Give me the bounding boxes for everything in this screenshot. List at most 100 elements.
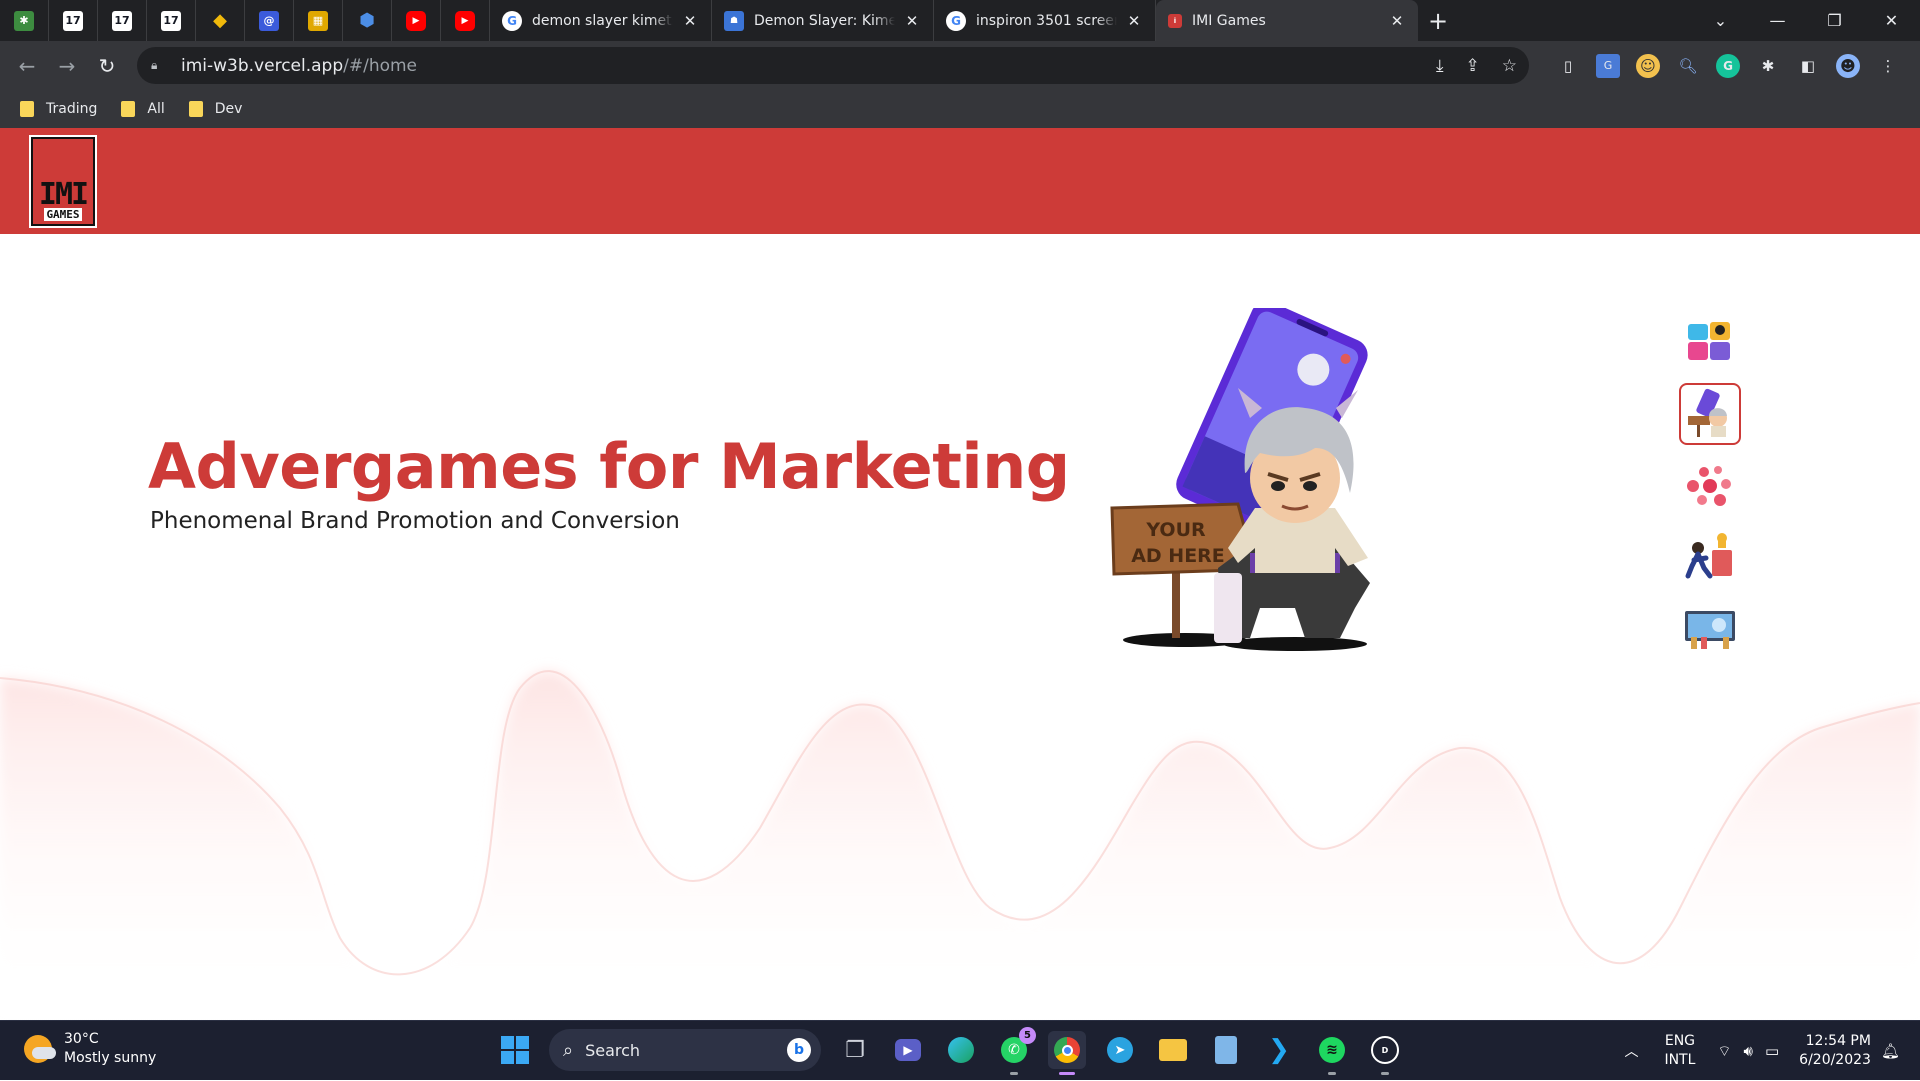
chrome-button[interactable]: [1048, 1031, 1086, 1075]
restore-button[interactable]: ❐: [1806, 11, 1863, 30]
folder-icon: [121, 101, 136, 117]
pinned-tab[interactable]: ▦: [294, 0, 343, 41]
pinned-tab[interactable]: @: [245, 0, 294, 41]
puzzle-thumbnail[interactable]: [1679, 311, 1741, 373]
browser-tab-strip: ✱ 17 17 17 ◆ @ ▦ ⬢ ▶ ▶ G demon slayer ki…: [0, 0, 1920, 41]
new-tab-button[interactable]: +: [1418, 7, 1458, 35]
chrome-icon: [1054, 1037, 1080, 1063]
running-indicator: [1328, 1072, 1336, 1075]
minimize-button[interactable]: —: [1749, 11, 1806, 30]
tab-inspiron-search[interactable]: G inspiron 3501 screen size - Google ✕: [934, 0, 1156, 41]
show-hidden-icons-chevron-icon[interactable]: ︿: [1624, 1041, 1638, 1061]
taskbar-center: ⌕ Search b ❐ ▶ ✆ 5 ➤ ❯ ≋ D: [496, 1027, 1404, 1075]
bookmarks-bar: Trading All Dev: [0, 90, 1920, 128]
pinned-tab[interactable]: 17: [147, 0, 196, 41]
forward-button[interactable]: →: [47, 54, 87, 78]
teams-meet-button[interactable]: ▶: [889, 1031, 927, 1069]
emoji-extension-icon[interactable]: ☺: [1636, 53, 1660, 78]
close-icon[interactable]: ✕: [1125, 12, 1143, 30]
game-thumbnails: [1678, 311, 1742, 671]
lock-icon[interactable]: 🔒︎: [151, 58, 165, 73]
share-icon[interactable]: ⇪: [1466, 56, 1480, 76]
sign-text-line-2: AD HERE: [1131, 545, 1225, 567]
runner-trophy-thumbnail[interactable]: [1679, 527, 1741, 589]
back-button[interactable]: ←: [7, 54, 47, 78]
url-text[interactable]: imi-w3b.vercel.app/#/home: [181, 56, 417, 76]
imi-games-logo[interactable]: IMI GAMES: [29, 135, 97, 228]
at-sign-icon: @: [259, 10, 279, 31]
hero-illustration: YOUR AD HERE: [1110, 308, 1370, 651]
menu-kebab-icon[interactable]: ⋮: [1876, 54, 1900, 78]
site-header: IMI GAMES: [0, 128, 1920, 234]
netflix-icon: ☗: [724, 10, 744, 31]
volume-icon: 🔊︎: [1743, 1041, 1753, 1060]
search-icon: ⌕: [563, 1039, 574, 1061]
pinned-tab[interactable]: ⬢: [343, 0, 392, 41]
screen-game-thumbnail[interactable]: [1679, 599, 1741, 661]
pinned-tab[interactable]: ◆: [196, 0, 245, 41]
close-icon[interactable]: ✕: [681, 12, 699, 30]
pinned-tab[interactable]: 17: [98, 0, 147, 41]
reload-button[interactable]: ↻: [87, 54, 127, 78]
task-view-button[interactable]: ❐: [836, 1031, 874, 1069]
notepad-button[interactable]: [1207, 1031, 1245, 1069]
magnifier-extension-icon[interactable]: 🔍︎: [1676, 54, 1700, 78]
device-icon[interactable]: ▯: [1556, 54, 1580, 78]
spotify-button[interactable]: ≋: [1313, 1031, 1351, 1075]
tab-demon-slayer-search[interactable]: G demon slayer kimetsu no yaiba ✕: [490, 0, 712, 41]
google-icon: G: [946, 10, 966, 31]
bookmark-star-icon[interactable]: ☆: [1502, 56, 1517, 76]
vscode-button[interactable]: ❯: [1260, 1031, 1298, 1069]
edge-icon: [948, 1037, 974, 1063]
pinned-tab[interactable]: ▶: [441, 0, 490, 41]
grammarly-icon[interactable]: G: [1716, 53, 1740, 78]
screen-game-icon: [1685, 611, 1735, 649]
spotify-icon: ≋: [1319, 1037, 1345, 1063]
dell-button[interactable]: D: [1366, 1031, 1404, 1075]
close-icon[interactable]: ✕: [1388, 12, 1406, 30]
pinned-tab[interactable]: ▶: [392, 0, 441, 41]
bookmark-folder-all[interactable]: All: [121, 101, 165, 117]
tab-imi-games[interactable]: i IMI Games ✕: [1156, 0, 1418, 41]
tradingview-icon: 17: [161, 10, 181, 31]
tab-search-icon[interactable]: ⌄: [1692, 11, 1749, 30]
extensions-puzzle-icon[interactable]: ✱: [1756, 54, 1780, 78]
tradingview-icon: 17: [112, 10, 132, 31]
bookmark-folder-trading[interactable]: Trading: [20, 101, 97, 117]
tab-title: demon slayer kimetsu no yaiba: [532, 12, 673, 29]
tab-title: IMI Games: [1192, 12, 1266, 29]
start-button[interactable]: [496, 1031, 534, 1069]
ad-here-character-thumbnail[interactable]: [1679, 383, 1741, 445]
tab-demon-slayer-netflix[interactable]: ☗ Demon Slayer: Kimetsu no Yaiba ✕: [712, 0, 934, 41]
weather-widget[interactable]: 30°C Mostly sunny: [24, 1030, 156, 1068]
side-panel-icon[interactable]: ◧: [1796, 54, 1820, 78]
whatsapp-button[interactable]: ✆ 5: [995, 1027, 1036, 1075]
telegram-button[interactable]: ➤: [1101, 1031, 1139, 1069]
tab-title: Demon Slayer: Kimetsu no Yaiba: [754, 12, 895, 29]
windows-logo-icon: [501, 1036, 529, 1064]
quick-settings[interactable]: ⌔ 🔊︎ ▭: [1717, 1042, 1779, 1061]
clock[interactable]: 12:54 PM 6/20/2023: [1799, 1032, 1871, 1070]
pinned-tab[interactable]: ✱: [0, 0, 49, 41]
bubbles-thumbnail[interactable]: [1679, 455, 1741, 517]
google-translate-icon[interactable]: G: [1596, 53, 1620, 78]
language-indicator[interactable]: ENG INTL: [1664, 1032, 1695, 1070]
install-app-icon[interactable]: ⤓: [1436, 56, 1444, 76]
profile-avatar[interactable]: ☻: [1836, 53, 1860, 78]
bing-icon[interactable]: b: [787, 1038, 811, 1062]
close-window-button[interactable]: ✕: [1863, 11, 1920, 30]
web-page: IMI GAMES Advergames for Marketing Pheno…: [0, 128, 1920, 1020]
taskbar-search[interactable]: ⌕ Search b: [549, 1029, 821, 1071]
pinned-tab[interactable]: 17: [49, 0, 98, 41]
bookmark-folder-dev[interactable]: Dev: [188, 101, 243, 117]
bookmark-label: Dev: [214, 101, 243, 117]
edge-button[interactable]: [942, 1031, 980, 1069]
notification-bell-icon[interactable]: 🔔︎: [1881, 1042, 1900, 1060]
address-bar[interactable]: 🔒︎ imi-w3b.vercel.app/#/home ⤓ ⇪ ☆: [137, 47, 1529, 84]
running-indicator: [1010, 1072, 1018, 1075]
file-explorer-button[interactable]: [1154, 1031, 1192, 1069]
weather-temperature: 30°C: [64, 1031, 99, 1047]
close-icon[interactable]: ✕: [903, 12, 921, 30]
binance-icon: ◆: [213, 10, 227, 31]
green-puzzle-icon: ✱: [14, 10, 34, 31]
